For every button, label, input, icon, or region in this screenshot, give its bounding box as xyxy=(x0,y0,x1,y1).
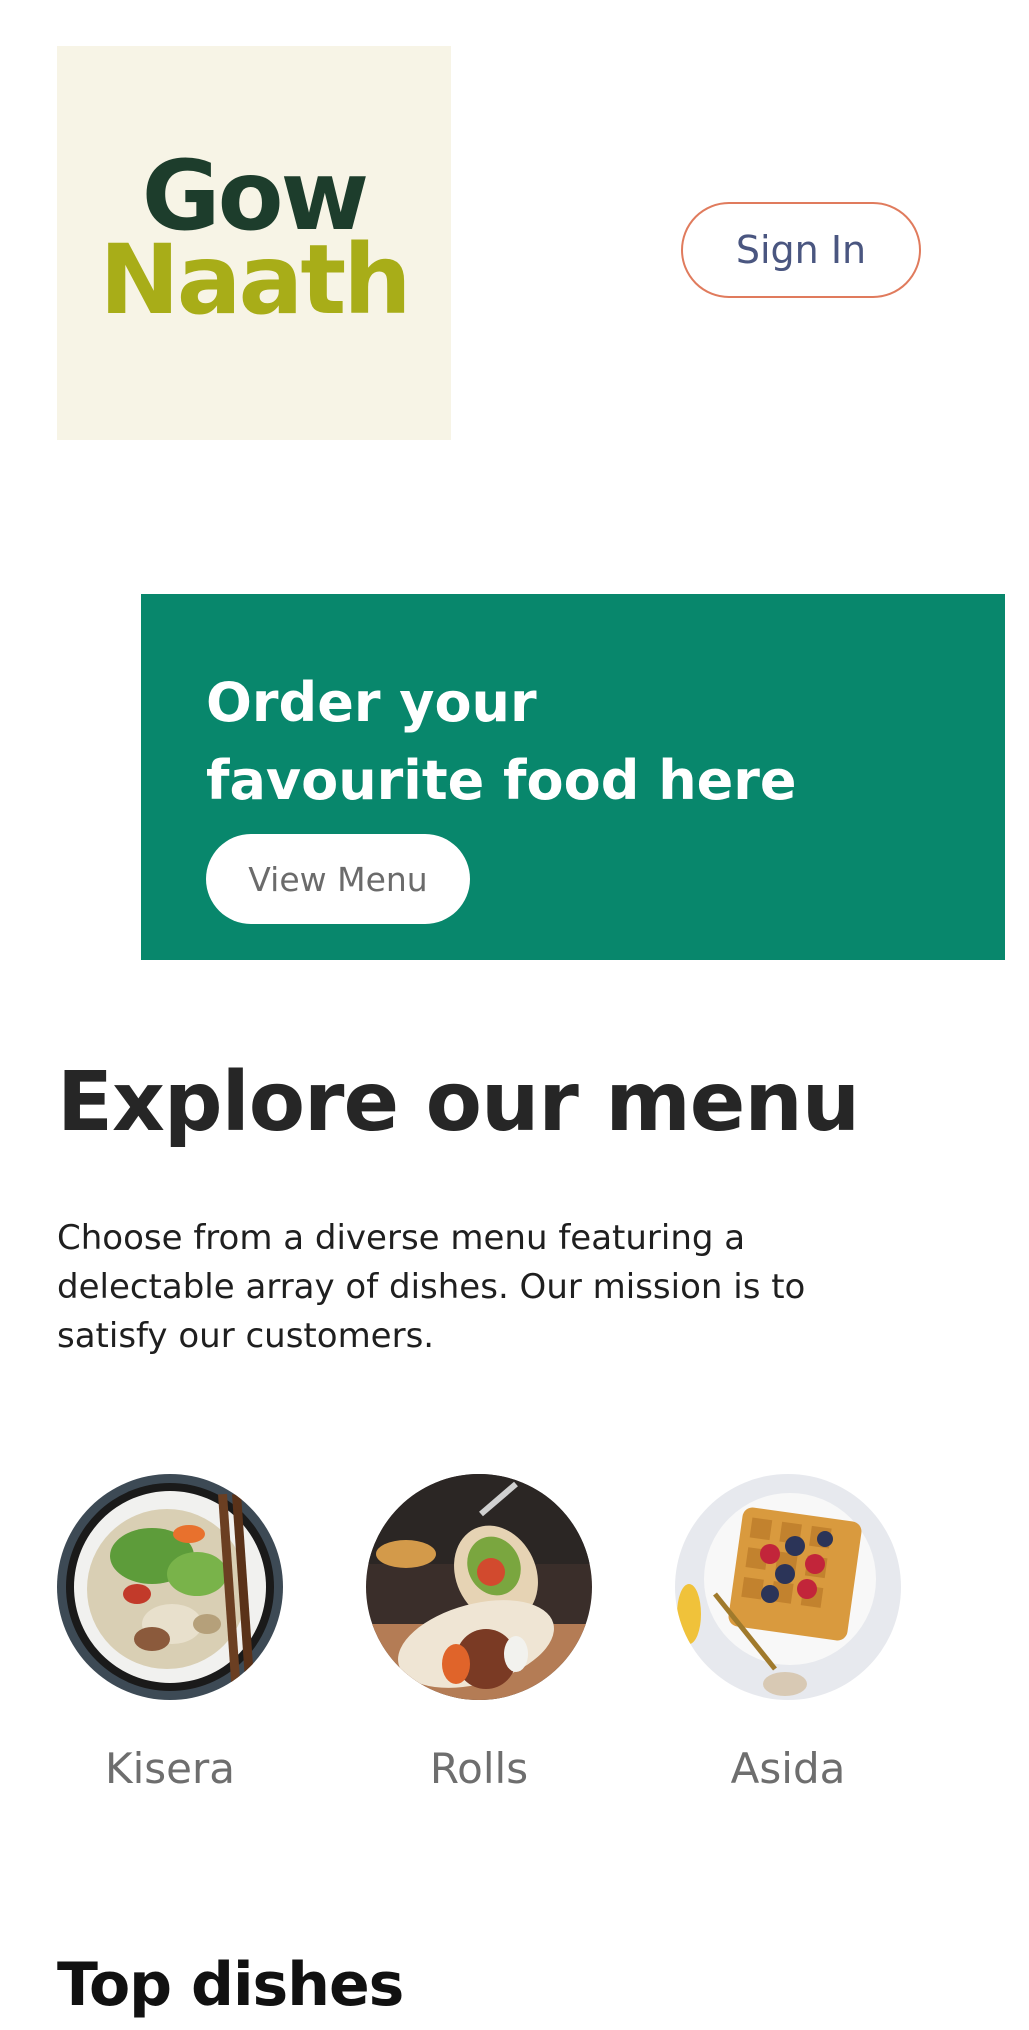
wraps-image xyxy=(366,1474,592,1700)
menu-item-label: Rolls xyxy=(429,1744,529,1793)
menu-item-label: Kisera xyxy=(105,1744,235,1793)
view-menu-button[interactable]: View Menu xyxy=(206,834,470,924)
menu-item-rolls[interactable]: Rolls xyxy=(366,1474,592,1793)
logo-text-naath: Naath xyxy=(99,224,411,336)
waffle-image xyxy=(675,1474,901,1700)
menu-item-label: Asida xyxy=(730,1744,846,1793)
menu-item-kisera[interactable]: Kisera xyxy=(57,1474,283,1793)
hero-banner: Order your favourite food here View Menu xyxy=(141,594,1005,960)
hero-title-line2: favourite food here xyxy=(206,749,797,812)
top-dishes-title: Top dishes xyxy=(57,1950,404,2020)
menu-item-asida[interactable]: Asida xyxy=(675,1474,901,1793)
explore-menu-title: Explore our menu xyxy=(57,1055,860,1150)
hero-title: Order your favourite food here xyxy=(206,664,906,820)
hero-title-line1: Order your xyxy=(206,671,537,734)
noodle-bowl-image xyxy=(57,1474,283,1700)
logo[interactable]: Gow Naath xyxy=(57,46,451,440)
explore-menu-description: Choose from a diverse menu featuring a d… xyxy=(57,1218,806,1356)
sign-in-button[interactable]: Sign In xyxy=(681,202,921,298)
